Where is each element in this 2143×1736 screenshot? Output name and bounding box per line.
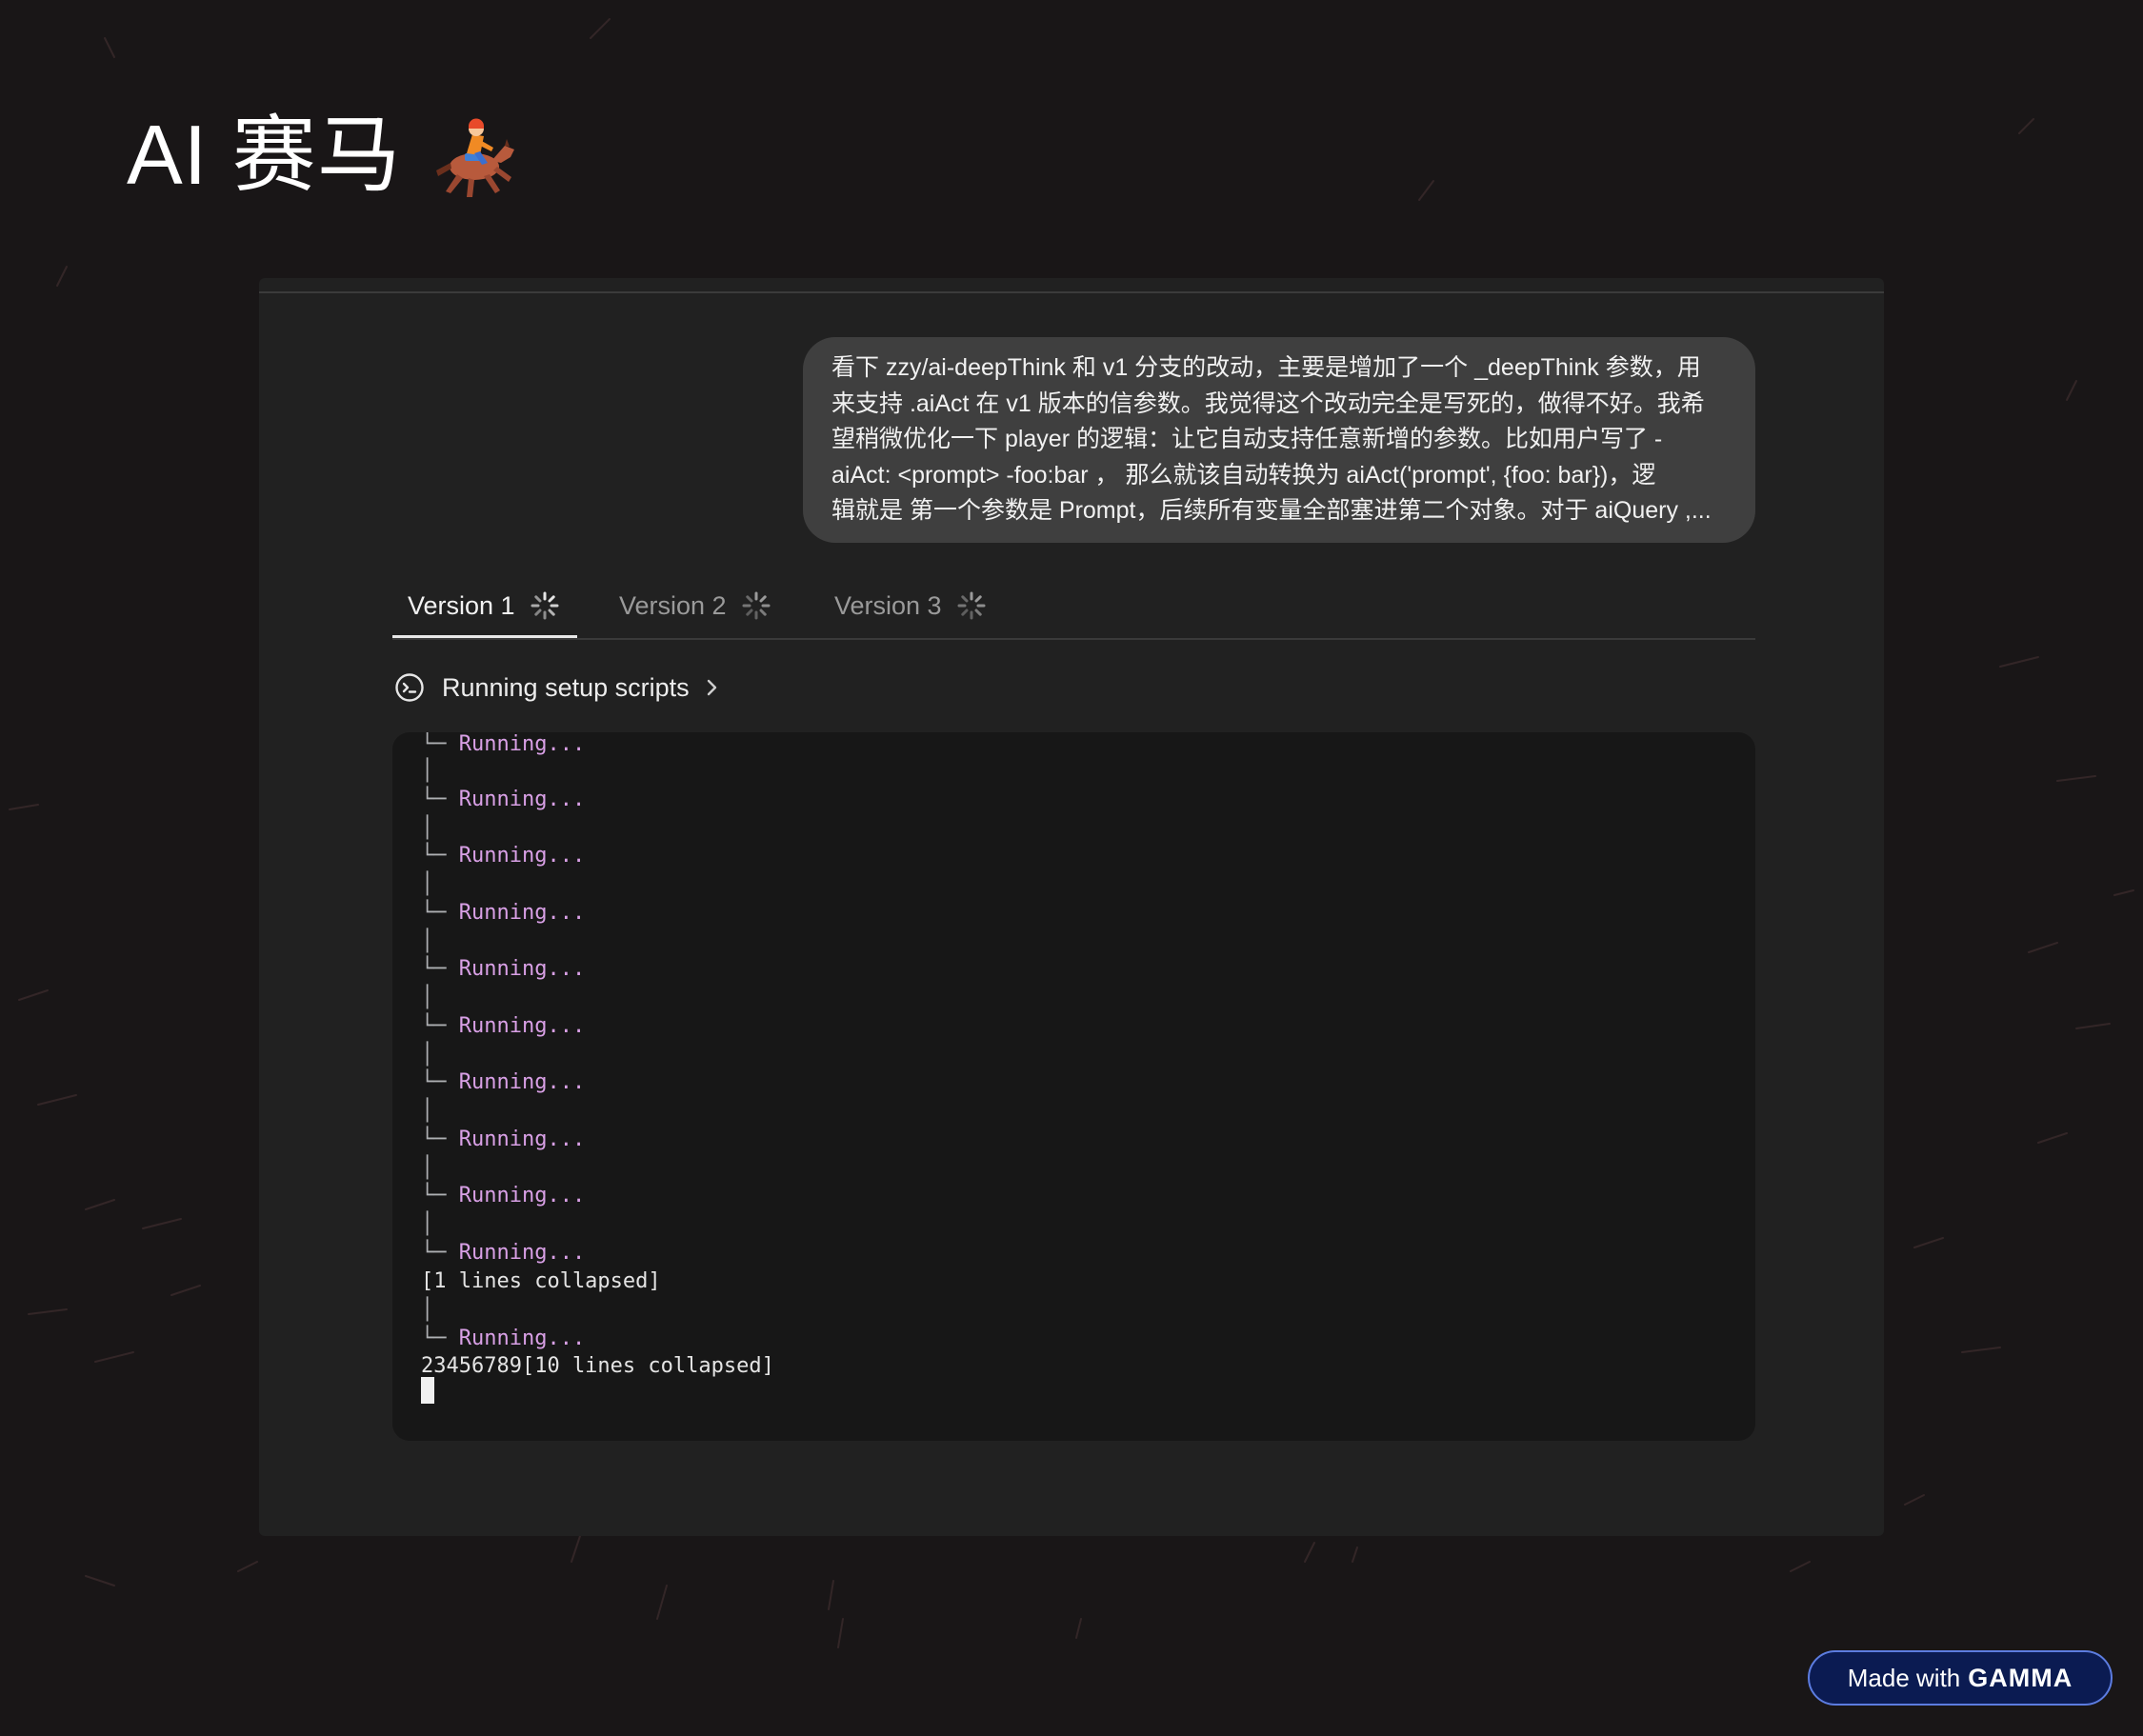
terminal-line: │ xyxy=(421,1156,434,1180)
terminal-line: └─ Running... xyxy=(421,1127,586,1151)
terminal-line: └─ Running... xyxy=(421,1014,586,1038)
agent-run-card: 看下 zzy/ai-deepThink 和 v1 分支的改动，主要是增加了一个 … xyxy=(259,278,1884,1536)
version-tabs: Version 1 Version 2 Version 3 xyxy=(392,573,1755,640)
prompt-line: 看下 zzy/ai-deepThink 和 v1 分支的改动，主要是增加了一个 … xyxy=(831,354,1701,381)
terminal-line: └─ Running... xyxy=(421,1241,586,1265)
tab-label: Version 1 xyxy=(408,590,515,620)
tab-label: Version 2 xyxy=(619,590,727,620)
tab-label: Version 3 xyxy=(834,590,942,620)
terminal-line: └─ Running... xyxy=(421,732,586,756)
terminal-line: └─ Running... xyxy=(421,1184,586,1207)
card-divider xyxy=(259,291,1884,293)
user-prompt-bubble: 看下 zzy/ai-deepThink 和 v1 分支的改动，主要是增加了一个 … xyxy=(803,337,1755,543)
slide-title-text: AI 赛马 xyxy=(127,108,402,202)
terminal-line: └─ Running... xyxy=(421,901,586,925)
active-tab-indicator xyxy=(392,635,577,638)
terminal-line: │ xyxy=(421,759,434,783)
terminal-line: │ xyxy=(421,1043,434,1067)
terminal-line: └─ Running... xyxy=(421,957,586,981)
tab-version-2[interactable]: Version 2 xyxy=(619,573,771,638)
loading-spinner-icon xyxy=(957,591,986,620)
terminal-line: └─ Running... xyxy=(421,1070,586,1094)
slide-title: AI 赛马 xyxy=(127,103,520,208)
tab-version-3[interactable]: Version 3 xyxy=(834,573,986,638)
terminal-output[interactable]: └─ Running... │ └─ Running... │ └─ Runni… xyxy=(392,732,1755,1441)
prompt-line: 辑就是 第一个参数是 Prompt，后续所有变量全部塞进第二个对象。对于 aiQ… xyxy=(831,497,1712,524)
terminal-line: └─ Running... xyxy=(421,788,586,811)
setup-scripts-toggle[interactable]: Running setup scripts xyxy=(394,670,722,705)
terminal-line: │ xyxy=(421,986,434,1009)
badge-text: Made with xyxy=(1847,1663,1961,1692)
prompt-line: 望稍微优化一下 player 的逻辑：让它自动支持任意新增的参数。比如用户写了 … xyxy=(831,426,1663,452)
terminal-line: │ xyxy=(421,872,434,896)
tab-version-1[interactable]: Version 1 xyxy=(408,573,559,638)
terminal-line: │ xyxy=(421,929,434,953)
terminal-line: └─ Running... xyxy=(421,844,586,868)
terminal-line: │ xyxy=(421,1298,434,1322)
terminal-collapsed-line: 23456789[10 lines collapsed] xyxy=(421,1354,774,1378)
terminal-cursor xyxy=(421,1377,434,1404)
terminal-collapsed-line: [1 lines collapsed] xyxy=(421,1269,661,1293)
terminal-line: │ xyxy=(421,1212,434,1236)
terminal-line: └─ Running... xyxy=(421,1327,586,1350)
terminal-line: │ xyxy=(421,816,434,840)
prompt-line: aiAct: <prompt> -foo:bar ， 那么就该自动转换为 aiA… xyxy=(831,461,1656,489)
prompt-line: 来支持 .aiAct 在 v1 版本的信参数。我觉得这个改动完全是写死的，做得不… xyxy=(831,389,1705,417)
setup-scripts-label: Running setup scripts xyxy=(442,672,690,702)
terminal-icon xyxy=(395,673,424,702)
chevron-right-icon xyxy=(707,679,716,696)
loading-spinner-icon xyxy=(531,591,559,620)
gamma-logo: GAMMA xyxy=(1968,1663,2073,1692)
horse-racing-icon xyxy=(435,118,514,197)
made-with-gamma-badge[interactable]: Made with GAMMA xyxy=(1808,1650,2113,1706)
terminal-line: │ xyxy=(421,1099,434,1123)
loading-spinner-icon xyxy=(742,591,771,620)
